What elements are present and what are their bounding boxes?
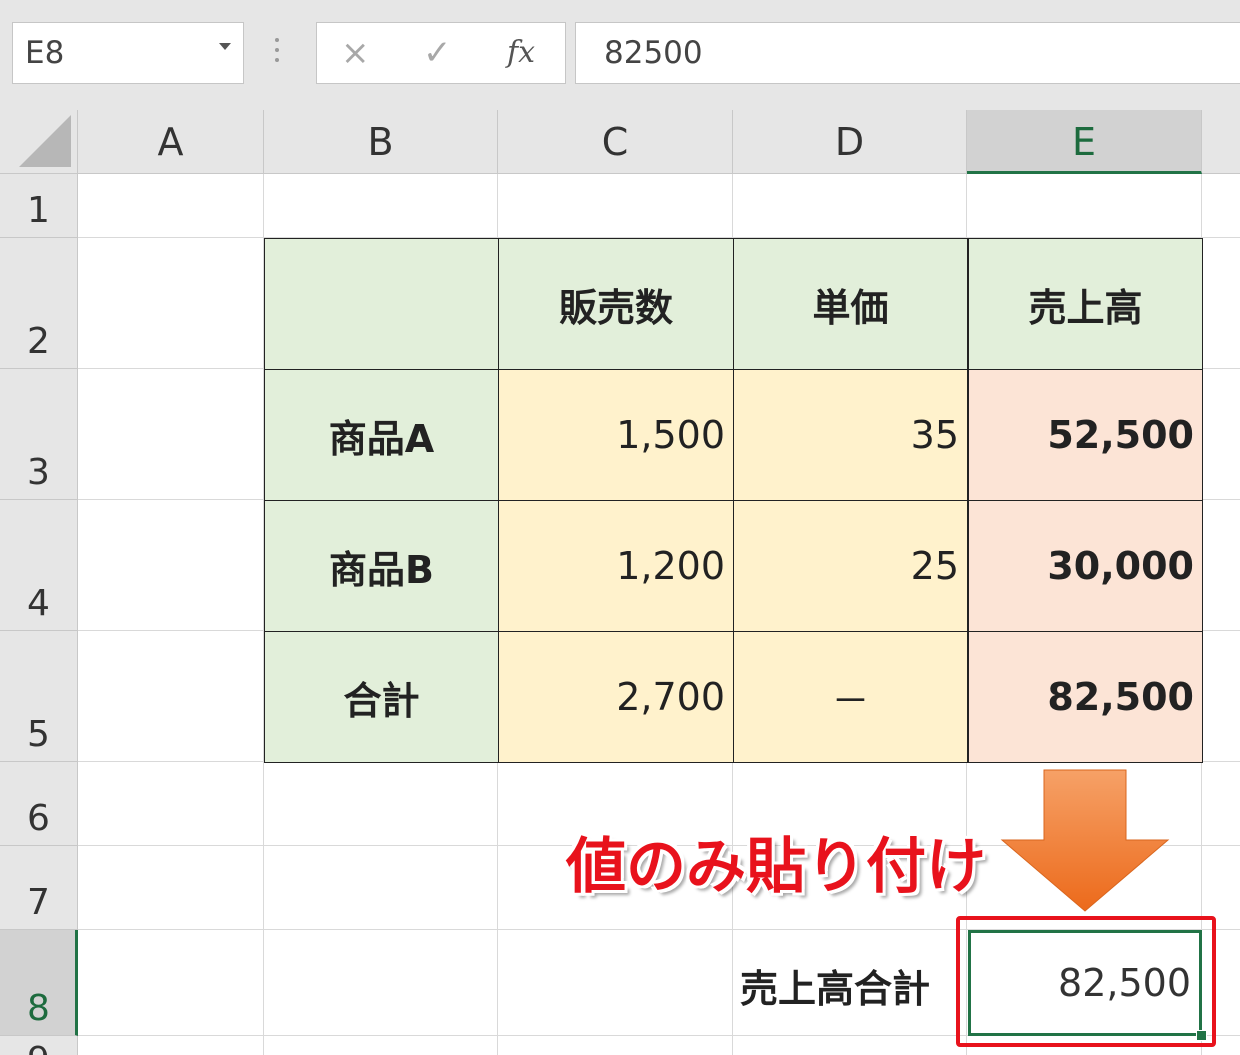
more-options-icon[interactable] (272, 38, 282, 68)
highlight-box (956, 916, 1216, 1047)
row-label-text: 商品A (328, 416, 435, 461)
row-header-7[interactable]: 7 (0, 846, 78, 930)
select-all-triangle (19, 115, 71, 167)
cell-value: 82,500 (1047, 675, 1194, 719)
row-number: 3 (27, 452, 50, 493)
table-header-price[interactable]: 単価 (733, 238, 968, 370)
table-cell-price[interactable]: 25 (733, 500, 968, 632)
row-header-8[interactable]: 8 (0, 930, 78, 1036)
annotation-caption: 値のみ貼り付け (566, 832, 986, 902)
cell-value: 2,700 (616, 675, 725, 719)
formula-value: 82500 (604, 35, 703, 71)
header-text (265, 239, 498, 369)
table-row-label[interactable]: 商品B (264, 500, 499, 632)
row-header-3[interactable]: 3 (0, 369, 78, 500)
row-header-6[interactable]: 6 (0, 762, 78, 846)
row-header-4[interactable]: 4 (0, 500, 78, 631)
formula-buttons: × ✓ fx (316, 22, 566, 84)
column-header-d[interactable]: D (733, 110, 967, 174)
row-number: 5 (27, 714, 50, 755)
formula-bar-area: E8 × ✓ fx 82500 (0, 0, 1240, 110)
row-header-5[interactable]: 5 (0, 631, 78, 762)
name-box[interactable]: E8 (12, 22, 244, 84)
row-number: 2 (27, 321, 50, 362)
cell-value: 1,200 (616, 544, 725, 588)
table-cell-sales[interactable]: 30,000 (968, 500, 1203, 632)
formula-input[interactable]: 82500 (575, 22, 1240, 84)
column-header-c[interactable]: C (498, 110, 733, 174)
row-number: 8 (27, 988, 50, 1029)
row-label-text: 合計 (343, 678, 420, 723)
table-row-label[interactable]: 商品A (264, 369, 499, 501)
row-label-text: 商品B (329, 547, 434, 592)
row-header-9[interactable]: 9 (0, 1036, 78, 1055)
table-header-blank[interactable] (264, 238, 499, 370)
row-header-2[interactable]: 2 (0, 238, 78, 369)
result-label: 売上高合計 (740, 967, 931, 1011)
table-row-label[interactable]: 合計 (264, 631, 499, 763)
header-text: 単価 (812, 285, 889, 330)
name-box-value: E8 (25, 35, 65, 71)
cancel-icon[interactable]: × (341, 33, 370, 73)
cell-value: 52,500 (1047, 413, 1194, 457)
table-cell-price[interactable]: 35 (733, 369, 968, 501)
table-cell-sales[interactable]: 82,500 (968, 631, 1203, 763)
table-cell-qty[interactable]: 2,700 (498, 631, 734, 763)
table-cell-qty[interactable]: 1,500 (498, 369, 734, 501)
column-header-f[interactable] (1202, 110, 1240, 174)
chevron-down-icon[interactable] (219, 43, 231, 50)
cell-value: 30,000 (1047, 544, 1194, 588)
row-number: 6 (27, 798, 50, 839)
row-number: 9 (27, 1040, 50, 1055)
column-header-e[interactable]: E (967, 110, 1202, 174)
enter-icon[interactable]: ✓ (423, 33, 452, 73)
cell-value: 1,500 (616, 413, 725, 457)
cell-value: 35 (910, 413, 959, 457)
column-header-b[interactable]: B (264, 110, 498, 174)
table-cell-qty[interactable]: 1,200 (498, 500, 734, 632)
table-header-sales[interactable]: 売上高 (968, 238, 1203, 370)
cell-value: 25 (910, 544, 959, 588)
insert-function-icon[interactable]: fx (507, 35, 535, 70)
row-number: 1 (27, 190, 50, 231)
table-header-qty[interactable]: 販売数 (498, 238, 734, 370)
table-cell-price[interactable]: － (733, 631, 968, 763)
table-cell-sales[interactable]: 52,500 (968, 369, 1203, 501)
select-all-button[interactable] (0, 110, 78, 174)
header-text: 販売数 (558, 285, 673, 330)
down-arrow-icon (1000, 769, 1170, 912)
row-header-1[interactable]: 1 (0, 174, 78, 238)
header-text: 売上高 (1028, 285, 1143, 330)
row-number: 4 (27, 583, 50, 624)
row-number: 7 (27, 882, 50, 923)
cell-value: － (831, 678, 870, 723)
column-header-a[interactable]: A (78, 110, 264, 174)
